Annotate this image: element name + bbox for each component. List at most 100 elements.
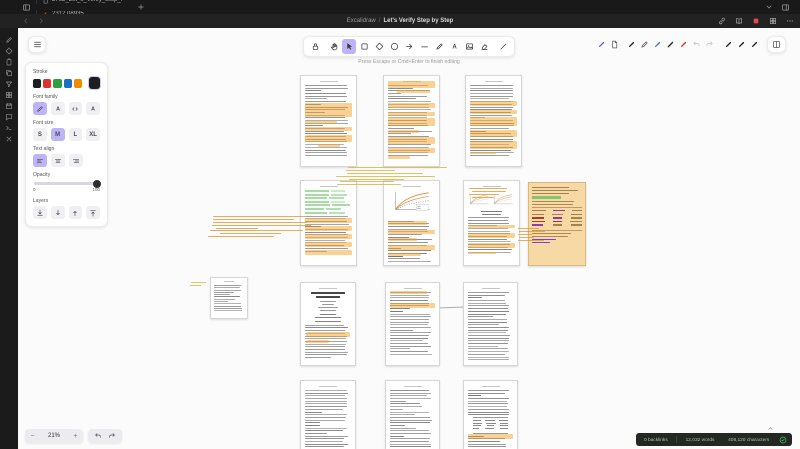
ribbon-close-icon[interactable] xyxy=(5,135,13,143)
tool-image[interactable] xyxy=(462,39,476,54)
font-family-local-font[interactable]: A xyxy=(86,102,100,115)
tool-lock[interactable] xyxy=(308,39,322,54)
paper-page-12[interactable] xyxy=(463,380,518,449)
handwritten-annotation-4 xyxy=(190,282,206,290)
tool-diamond[interactable] xyxy=(372,39,386,54)
new-tab-button[interactable] xyxy=(137,3,145,11)
backlinks-count[interactable]: 0 backlinks xyxy=(644,437,668,442)
bring-forward-button[interactable] xyxy=(69,206,83,219)
right-sidebar-toggle-icon[interactable] xyxy=(781,3,790,12)
tab-label: 2762_Let_s_Verify_Step_... xyxy=(52,0,122,3)
link-icon[interactable] xyxy=(718,17,726,25)
font-family-code[interactable] xyxy=(69,102,83,115)
opacity-label: Opacity xyxy=(33,172,89,177)
font-size-M[interactable]: M xyxy=(51,128,65,141)
tab-1[interactable]: 2762_Let_s_Verify_Step_... xyxy=(36,0,131,7)
paper-page-9[interactable] xyxy=(463,282,518,366)
tool-laser[interactable] xyxy=(496,39,510,54)
redo-button[interactable] xyxy=(108,432,116,440)
ribbon-chat-icon[interactable] xyxy=(5,113,13,121)
zoom-out-button[interactable]: − xyxy=(25,433,40,440)
opacity-slider[interactable] xyxy=(34,182,99,185)
highlight-mark xyxy=(388,221,427,224)
book-icon[interactable] xyxy=(735,17,743,25)
tool-ellipse[interactable] xyxy=(387,39,401,54)
tool-eraser[interactable] xyxy=(477,39,491,54)
tool-selection[interactable] xyxy=(342,39,356,54)
highlight-mark xyxy=(388,81,434,88)
tool-line[interactable] xyxy=(417,39,431,54)
paper-page-7[interactable] xyxy=(300,282,356,366)
stroke-swatch-0[interactable] xyxy=(33,79,41,88)
font-size-S[interactable]: S xyxy=(33,128,47,141)
opacity-slider-knob[interactable] xyxy=(93,180,101,188)
ribbon-filter-icon[interactable] xyxy=(5,80,13,88)
dots-icon[interactable] xyxy=(786,17,794,25)
font-size-XL[interactable]: XL xyxy=(86,128,100,141)
send-to-back-button[interactable] xyxy=(33,206,47,219)
pen-purple-icon[interactable] xyxy=(596,38,607,52)
redo-dim-icon[interactable] xyxy=(704,38,715,52)
font-family-normal[interactable]: A xyxy=(51,102,65,115)
paper-page-2[interactable] xyxy=(383,75,440,167)
handwritten-annotation-1 xyxy=(333,167,468,185)
pen-black-3-icon[interactable] xyxy=(736,38,747,52)
status-expand-icon[interactable] xyxy=(767,425,774,432)
paper-page-11[interactable] xyxy=(385,380,440,449)
script-doc-icon[interactable] xyxy=(609,38,620,52)
pen-black-icon[interactable] xyxy=(626,38,637,52)
font-size-L[interactable]: L xyxy=(69,128,83,141)
undo-button[interactable] xyxy=(94,432,102,440)
paper-page-6[interactable] xyxy=(463,180,520,266)
ribbon-clipboard-icon[interactable] xyxy=(5,58,13,66)
library-button[interactable] xyxy=(767,36,786,53)
stroke-swatch-2[interactable] xyxy=(53,79,61,88)
text-align-right[interactable] xyxy=(69,154,83,167)
zoom-level[interactable]: 21% xyxy=(40,433,68,439)
paper-page-8[interactable] xyxy=(385,282,440,366)
ribbon-calendar-icon[interactable] xyxy=(5,102,13,110)
sync-ok-icon[interactable] xyxy=(779,436,787,444)
hamburger-icon xyxy=(33,40,42,49)
pencil-outline-icon[interactable] xyxy=(639,38,650,52)
undo-dim-icon[interactable] xyxy=(691,38,702,52)
tab-list-chevron-icon[interactable] xyxy=(765,3,773,11)
tool-arrow[interactable] xyxy=(402,39,416,54)
text-align-center[interactable] xyxy=(51,154,65,167)
stroke-swatch-3[interactable] xyxy=(64,79,72,88)
opacity-range-labels: 0 100 xyxy=(33,188,100,193)
text-align-left[interactable] xyxy=(33,154,47,167)
tool-hand[interactable] xyxy=(327,39,341,54)
small-note-page[interactable] xyxy=(210,277,248,319)
ribbon-pencil-icon[interactable] xyxy=(5,36,13,44)
font-family-hand-drawn[interactable] xyxy=(33,102,47,115)
paper-page-5[interactable] xyxy=(383,180,440,266)
grid-icon[interactable] xyxy=(769,17,777,25)
svg-text:A: A xyxy=(91,106,95,112)
paper-page-1[interactable] xyxy=(300,75,357,167)
tool-draw[interactable] xyxy=(432,39,446,54)
selected-stroke-swatch[interactable] xyxy=(89,77,100,89)
pen-blue-icon[interactable] xyxy=(652,38,663,52)
ribbon-diamond-icon[interactable] xyxy=(5,47,13,55)
excalidraw-canvas[interactable]: A Press Escape or Cmd+Enter to finish ed… xyxy=(18,28,800,449)
send-backward-button[interactable] xyxy=(51,206,65,219)
tool-rectangle[interactable] xyxy=(357,39,371,54)
menu-button[interactable] xyxy=(28,36,46,53)
pen-red-icon[interactable] xyxy=(678,38,689,52)
sidebar-toggle-icon[interactable] xyxy=(22,3,31,12)
pen-black-2-icon[interactable] xyxy=(723,38,734,52)
ribbon-terminal-icon[interactable] xyxy=(5,124,13,132)
stroke-swatch-4[interactable] xyxy=(74,79,82,88)
tool-text[interactable]: A xyxy=(447,39,461,54)
pen-black-4-icon[interactable] xyxy=(749,38,760,52)
ribbon-copy-icon[interactable] xyxy=(5,69,13,77)
pen-star-icon[interactable] xyxy=(665,38,676,52)
paper-page-3[interactable] xyxy=(465,75,522,167)
stroke-swatch-1[interactable] xyxy=(43,79,51,88)
zoom-in-button[interactable]: + xyxy=(68,433,83,440)
bring-to-front-button[interactable] xyxy=(86,206,100,219)
redbox-icon[interactable] xyxy=(752,17,760,25)
ribbon-grid-icon[interactable] xyxy=(5,91,13,99)
paper-page-10[interactable] xyxy=(300,380,356,449)
